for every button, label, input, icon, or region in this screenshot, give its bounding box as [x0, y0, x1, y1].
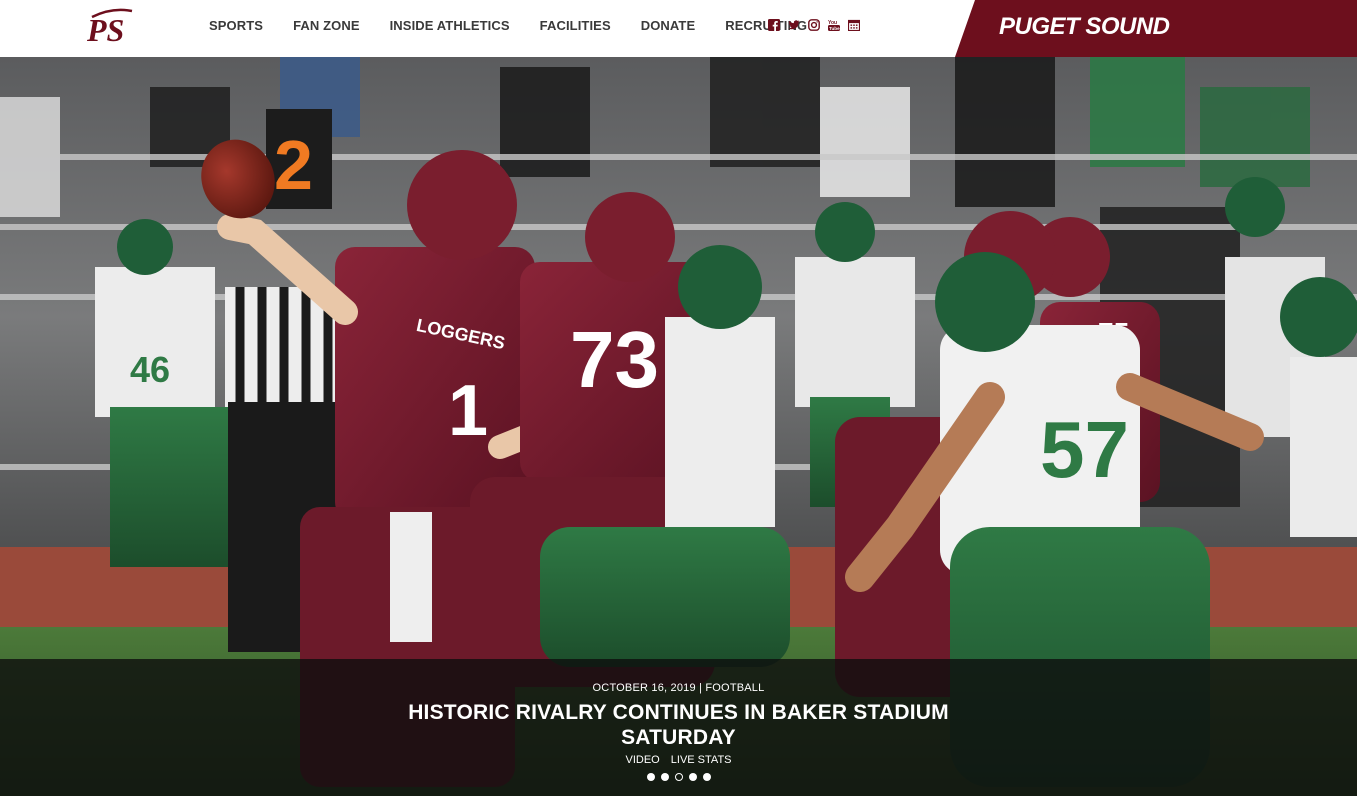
video-link[interactable]: VIDEO: [625, 754, 659, 766]
slide-dot-1[interactable]: [646, 773, 655, 781]
slide-dot-2[interactable]: [660, 773, 669, 781]
twitter-icon[interactable]: [788, 19, 800, 32]
slide-headline[interactable]: HISTORIC RIVALRY CONTINUES IN BAKER STAD…: [0, 700, 1357, 750]
nav-facilities[interactable]: FACILITIES: [540, 18, 611, 33]
slide-dot-3[interactable]: [674, 773, 683, 781]
slide-dot-4[interactable]: [688, 773, 697, 781]
slide-date-category: OCTOBER 16, 2019 | FOOTBALL: [592, 682, 765, 694]
hero-slider: 2 46 LOGGERS 1 73 57 OCTOBER 16, 2019 | …: [0, 57, 1357, 796]
slide-pagination: [0, 773, 1357, 781]
slide-caption: OCTOBER 16, 2019 | FOOTBALL HISTORIC RIV…: [0, 659, 1357, 796]
nav-fan-zone[interactable]: FAN ZONE: [293, 18, 360, 33]
calendar-icon[interactable]: [848, 19, 860, 32]
slide-dot-5[interactable]: [702, 773, 711, 781]
svg-text:46: 46: [130, 349, 170, 390]
brand-banner[interactable]: PUGET SOUND: [955, 0, 1357, 57]
svg-text:2: 2: [274, 126, 313, 204]
slide-headline-line1: HISTORIC RIVALRY CONTINUES IN BAKER STAD…: [408, 701, 949, 724]
youtube-icon[interactable]: You Tube: [828, 19, 840, 32]
svg-text:73: 73: [570, 315, 659, 404]
brand-wordmark: PUGET SOUND: [999, 13, 1170, 40]
facebook-icon[interactable]: [768, 18, 780, 32]
slide-headline-line2: SATURDAY: [621, 726, 736, 749]
svg-text:57: 57: [1040, 405, 1129, 494]
site-header: PS SPORTS FAN ZONE INSIDE ATHLETICS FACI…: [0, 0, 1357, 57]
live-stats-link[interactable]: LIVE STATS: [671, 754, 732, 766]
instagram-icon[interactable]: [808, 18, 820, 32]
slide-links: VIDEO LIVE STATS: [0, 754, 1357, 766]
main-nav: SPORTS FAN ZONE INSIDE ATHLETICS FACILIT…: [209, 0, 837, 50]
svg-text:PS: PS: [86, 12, 124, 48]
svg-text:Tube: Tube: [829, 26, 840, 31]
svg-text:1: 1: [448, 371, 488, 451]
ps-logo-icon: PS: [86, 8, 133, 48]
nav-sports[interactable]: SPORTS: [209, 18, 263, 33]
puget-sound-logo[interactable]: PS: [86, 5, 138, 49]
social-links: You Tube: [768, 17, 860, 33]
nav-donate[interactable]: DONATE: [641, 18, 696, 33]
nav-inside-athletics[interactable]: INSIDE ATHLETICS: [390, 18, 510, 33]
